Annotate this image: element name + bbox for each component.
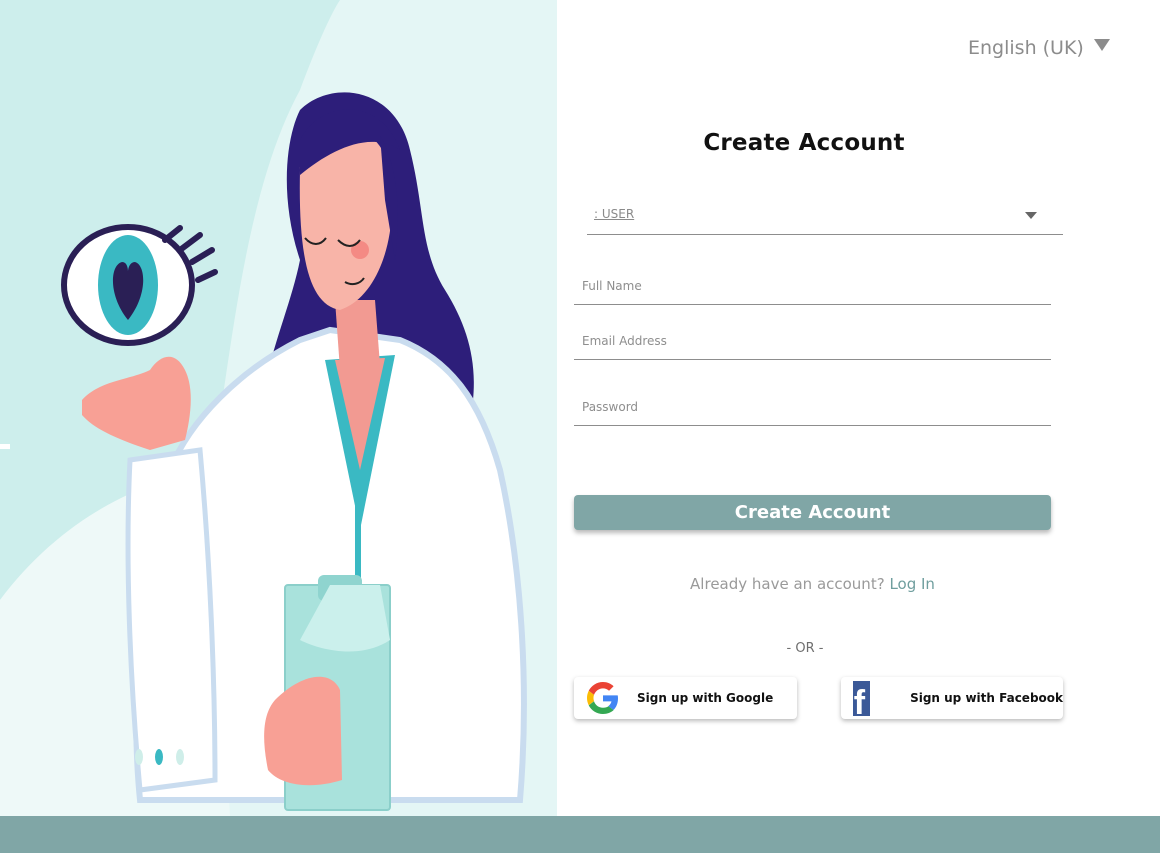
password-input[interactable] bbox=[574, 389, 1051, 425]
role-select[interactable]: : USER bbox=[587, 198, 1063, 235]
role-select-value: : USER bbox=[594, 207, 635, 221]
facebook-logo-icon: f bbox=[853, 680, 871, 720]
facebook-signup-button[interactable]: f Sign up with Facebook bbox=[841, 677, 1063, 720]
login-prompt-text: Already have an account? bbox=[690, 575, 885, 593]
login-link[interactable]: Log In bbox=[889, 575, 935, 593]
page-title: Create Account bbox=[703, 130, 905, 156]
google-signup-button[interactable]: Sign up with Google bbox=[574, 677, 797, 719]
create-account-button[interactable]: Create Account bbox=[574, 495, 1051, 530]
language-selector[interactable]: English (UK) bbox=[968, 34, 1110, 62]
full-name-input[interactable] bbox=[574, 268, 1051, 304]
or-divider: - OR - bbox=[786, 641, 824, 656]
email-field-container bbox=[574, 323, 1051, 360]
full-name-field-container bbox=[574, 268, 1051, 305]
footer-bar bbox=[0, 816, 1160, 853]
doctor-illustration bbox=[0, 0, 557, 816]
chevron-down-icon bbox=[1025, 212, 1037, 219]
password-field-container bbox=[574, 389, 1051, 426]
facebook-signup-label: Sign up with Facebook bbox=[910, 691, 1063, 705]
triangle-down-icon bbox=[1093, 39, 1110, 51]
email-input[interactable] bbox=[574, 323, 1051, 359]
google-signup-label: Sign up with Google bbox=[637, 691, 774, 705]
hero-illustration-panel bbox=[0, 0, 557, 816]
login-prompt: Already have an account? Log In bbox=[574, 575, 1051, 593]
language-label: English (UK) bbox=[968, 37, 1084, 59]
google-logo-icon bbox=[587, 682, 618, 714]
